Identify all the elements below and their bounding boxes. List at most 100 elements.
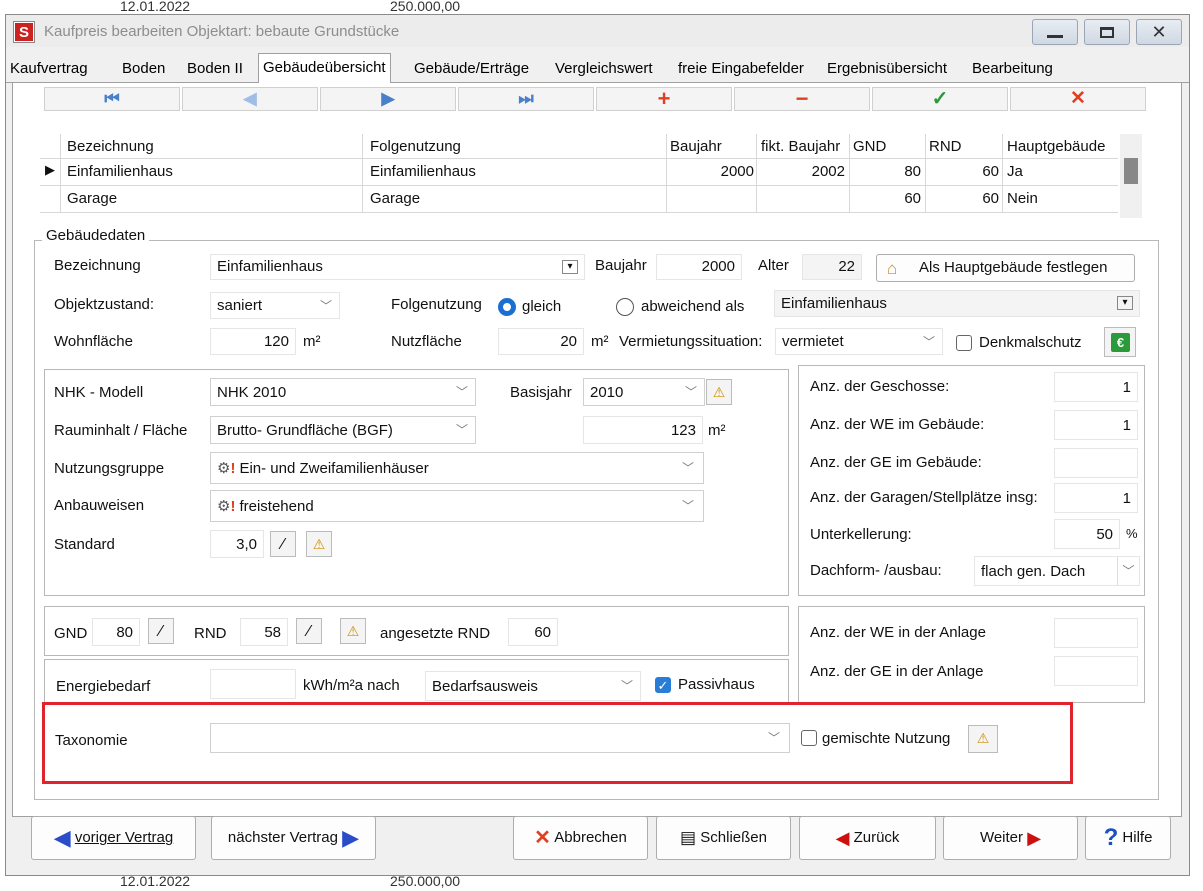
euro-icon: €	[1111, 333, 1130, 352]
rauminhalt-select[interactable]: Brutto- Grundfläche (BGF) ﹀	[210, 416, 476, 444]
nav-add-button[interactable]: +	[596, 87, 732, 111]
dropdown-icon[interactable]: ▾	[562, 260, 578, 274]
title-bar[interactable]: S Kaufpreis bearbeiten Objektart: bebaut…	[6, 15, 1189, 47]
tab-boden-ii[interactable]: Boden II	[183, 57, 247, 83]
table-row[interactable]: ▶ Einfamilienhaus Einfamilienhaus 2000 2…	[40, 159, 1118, 185]
folgenutzung-field[interactable]: Einfamilienhaus ▾	[774, 290, 1140, 317]
magic-wand-icon: ⁄	[307, 623, 311, 640]
rnd-info-button[interactable]: ⚠	[340, 618, 366, 644]
vermietung-select[interactable]: vermietet ﹀	[775, 328, 943, 355]
arrow-back-icon: ◀	[835, 828, 850, 849]
gnd-field[interactable]: 80	[92, 618, 140, 646]
col-header-gnd[interactable]: GND	[853, 138, 886, 155]
maximize-button[interactable]	[1084, 19, 1130, 45]
hauptgebaeude-button[interactable]: ⌂ Als Hauptgebäude festlegen	[876, 254, 1135, 282]
geschosse-field[interactable]: 1	[1054, 372, 1138, 402]
nav-first-button[interactable]: ⏮	[44, 87, 180, 111]
we-anlage-field[interactable]	[1054, 618, 1138, 648]
col-header-baujahr[interactable]: Baujahr	[670, 138, 722, 155]
unterkellerung-field[interactable]: 50	[1054, 519, 1120, 549]
col-header-bezeichnung[interactable]: Bezeichnung	[67, 138, 154, 155]
next-contract-button[interactable]: nächster Vertrag ▶	[211, 816, 376, 860]
rnd-field[interactable]: 58	[240, 618, 288, 646]
buildings-grid: Bezeichnung Folgenutzung Baujahr fikt. B…	[40, 134, 1145, 218]
col-header-rnd[interactable]: RND	[929, 138, 962, 155]
nav-delete-button[interactable]: −	[734, 87, 870, 111]
we-gebaeude-field[interactable]: 1	[1054, 410, 1138, 440]
nav-next-button[interactable]: ▶	[320, 87, 456, 111]
close-window-button[interactable]: ✕	[1136, 19, 1182, 45]
maximize-icon	[1100, 27, 1114, 38]
weiter-button[interactable]: Weiter ▶	[943, 816, 1078, 860]
tab-ergebnisuebersicht[interactable]: Ergebnisübersicht	[823, 57, 951, 83]
radio-gleich[interactable]	[498, 298, 516, 316]
flaeche-unit: m²	[708, 422, 726, 439]
dropdown-icon[interactable]: ▾	[1117, 296, 1133, 310]
anbauweisen-select[interactable]: ⚙! freistehend ﹀	[210, 490, 704, 522]
tab-bearbeitung[interactable]: Bearbeitung	[968, 57, 1057, 83]
nav-last-button[interactable]: ⏭	[458, 87, 594, 111]
gnd-wand-button[interactable]: ⁄	[148, 618, 174, 644]
objektzustand-label: Objektzustand:	[54, 296, 155, 313]
nhk-modell-select[interactable]: NHK 2010 ﹀	[210, 378, 476, 406]
info-book-button[interactable]: ⚠	[706, 379, 732, 405]
hilfe-button[interactable]: ? Hilfe	[1085, 816, 1171, 860]
tab-vergleichswert[interactable]: Vergleichswert	[551, 57, 657, 83]
ge-gebaeude-field[interactable]	[1054, 448, 1138, 478]
row-selector-icon: ▶	[45, 162, 55, 177]
prev-contract-button[interactable]: ◀ voriger Vertrag	[31, 816, 196, 860]
grid-scrollbar-thumb[interactable]	[1124, 158, 1138, 184]
tab-kaufvertrag[interactable]: Kaufvertrag	[6, 57, 92, 83]
standard-info-button[interactable]: ⚠	[306, 531, 332, 557]
col-header-fikt-baujahr[interactable]: fikt. Baujahr	[761, 138, 840, 155]
angesetzte-rnd-field[interactable]: 60	[508, 618, 558, 646]
radio-abweichend[interactable]	[616, 298, 634, 316]
energiebedarf-field[interactable]	[210, 669, 296, 699]
flaeche-field[interactable]: 123	[583, 416, 703, 444]
abbrechen-button[interactable]: ✕ Abbrechen	[513, 816, 648, 860]
col-header-hauptgebaeude[interactable]: Hauptgebäude	[1007, 138, 1105, 155]
last-record-icon: ⏭	[518, 89, 534, 108]
dachform-select[interactable]: flach gen. Dach ﹀	[974, 556, 1140, 586]
background-amount-top: 250.000,00	[390, 0, 461, 14]
ge-anlage-field[interactable]	[1054, 656, 1138, 686]
tab-boden[interactable]: Boden	[118, 57, 169, 83]
denkmalschutz-checkbox[interactable]	[956, 335, 972, 351]
minimize-button[interactable]	[1032, 19, 1078, 45]
nav-cancel-button[interactable]: ✕	[1010, 87, 1146, 111]
chevron-down-icon: ﹀	[681, 499, 694, 513]
zurueck-button[interactable]: ◀ Zurück	[799, 816, 936, 860]
rnd-wand-button[interactable]: ⁄	[296, 618, 322, 644]
chevron-down-icon: ﹀	[455, 423, 468, 437]
bedarfsausweis-select[interactable]: Bedarfsausweis ﹀	[425, 671, 641, 701]
table-row[interactable]: Garage Garage 60 60 Nein	[40, 186, 1118, 212]
info-book-icon: ⚠	[312, 536, 326, 552]
bezeichnung-field[interactable]: Einfamilienhaus ▾	[210, 254, 585, 280]
wohnflaeche-field[interactable]: 120	[210, 328, 296, 355]
nav-prev-button[interactable]: ◀	[182, 87, 318, 111]
alter-label: Alter	[758, 257, 789, 274]
add-icon: +	[657, 86, 671, 111]
schliessen-button[interactable]: ▤ Schließen	[656, 816, 791, 860]
tab-gebaeude-ertraege[interactable]: Gebäude/Erträge	[410, 57, 533, 83]
basisjahr-select[interactable]: 2010 ﹀	[583, 378, 705, 406]
baujahr-field[interactable]: 2000	[656, 254, 742, 280]
grid-scrollbar[interactable]	[1120, 134, 1142, 218]
tab-gebaeudeuebersicht[interactable]: Gebäudeübersicht	[258, 53, 391, 84]
tab-freie-eingabefelder[interactable]: freie Eingabefelder	[674, 57, 808, 83]
nutzungsgruppe-select[interactable]: ⚙! Ein- und Zweifamilienhäuser ﹀	[210, 452, 704, 484]
save-close-icon: ▤	[680, 828, 697, 848]
col-header-folgenutzung[interactable]: Folgenutzung	[370, 138, 461, 155]
passivhaus-checkbox[interactable]: ✓	[655, 677, 671, 693]
exclamation-icon: !	[230, 498, 236, 515]
basisjahr-label: Basisjahr	[510, 384, 572, 401]
dachform-label: Dachform- /ausbau:	[810, 562, 942, 579]
denkmalschutz-label: Denkmalschutz	[979, 334, 1082, 351]
objektzustand-select[interactable]: saniert ﹀	[210, 292, 340, 319]
nav-confirm-button[interactable]: ✓	[872, 87, 1008, 111]
garagen-field[interactable]: 1	[1054, 483, 1138, 513]
euro-button[interactable]: €	[1104, 327, 1136, 357]
standard-field[interactable]: 3,0	[210, 530, 264, 558]
standard-wand-button[interactable]: ⁄	[270, 531, 296, 557]
nutzflaeche-field[interactable]: 20	[498, 328, 584, 355]
